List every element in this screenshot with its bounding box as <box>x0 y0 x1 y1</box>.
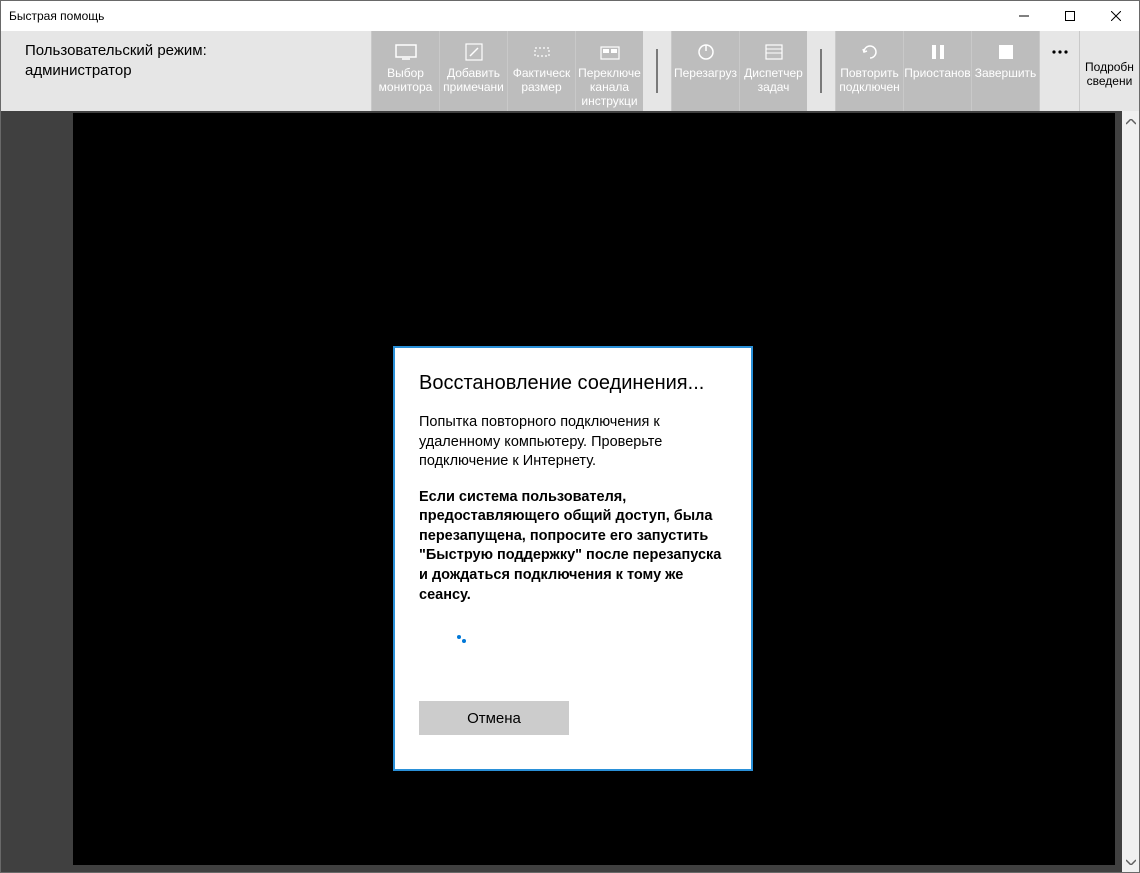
chevron-up-icon <box>1126 119 1136 125</box>
task-manager-button[interactable]: Диспетчер задач <box>739 31 807 111</box>
close-icon <box>1111 11 1121 21</box>
restart-label: Перезагруз <box>674 67 737 81</box>
titlebar: Быстрая помощь <box>1 1 1139 31</box>
select-monitor-label: Выбор монитора <box>379 67 433 95</box>
mode-line1: Пользовательский режим: <box>25 41 347 61</box>
reconnect-button[interactable]: Повторить подключен <box>835 31 903 111</box>
window-title: Быстрая помощь <box>9 9 104 23</box>
toolbar-separator <box>807 31 835 111</box>
cancel-button[interactable]: Отмена <box>419 701 569 735</box>
monitor-icon <box>395 43 417 61</box>
cancel-button-label: Отмена <box>467 710 521 727</box>
pause-button[interactable]: Приостанов <box>903 31 971 111</box>
pencil-icon <box>463 43 485 61</box>
restart-icon <box>695 43 717 61</box>
dialog-body-1: Попытка повторного подключения к удаленн… <box>419 413 727 472</box>
actual-size-button[interactable]: Фактическ размер <box>507 31 575 111</box>
toolbar: Выбор монитора Добавить примечани Фактич… <box>371 31 1139 111</box>
select-monitor-button[interactable]: Выбор монитора <box>371 31 439 111</box>
minimize-icon <box>1019 11 1029 21</box>
end-label: Завершить <box>975 67 1037 81</box>
more-button[interactable] <box>1039 31 1079 111</box>
close-button[interactable] <box>1093 1 1139 31</box>
vertical-scrollbar[interactable] <box>1122 111 1139 872</box>
scroll-up-button[interactable] <box>1123 113 1138 130</box>
pause-label: Приостанов <box>904 67 970 81</box>
mode-panel: Пользовательский режим: администратор <box>1 31 371 111</box>
dialog-title: Восстановление соединения... <box>419 372 727 395</box>
restart-button[interactable]: Перезагруз <box>671 31 739 111</box>
details-label: Подробн сведени <box>1085 61 1134 89</box>
actual-size-label: Фактическ размер <box>513 67 571 95</box>
maximize-icon <box>1065 11 1075 21</box>
details-button[interactable]: Подробн сведени <box>1079 31 1139 111</box>
client-area: Восстановление соединения... Попытка пов… <box>1 111 1139 872</box>
task-manager-label: Диспетчер задач <box>744 67 803 95</box>
reconnect-label: Повторить подключен <box>839 67 900 95</box>
reconnect-icon <box>859 43 881 61</box>
switch-channel-button[interactable]: Переключе канала инструкци <box>575 31 643 111</box>
end-button[interactable]: Завершить <box>971 31 1039 111</box>
mode-line2: администратор <box>25 61 347 81</box>
stop-icon <box>995 43 1017 61</box>
scroll-down-button[interactable] <box>1123 853 1138 870</box>
spinner <box>419 623 727 663</box>
more-icon <box>1049 43 1071 61</box>
toolbar-separator <box>643 31 671 111</box>
task-manager-icon <box>763 43 785 61</box>
loading-spinner-icon <box>447 633 467 653</box>
reconnect-dialog: Восстановление соединения... Попытка пов… <box>393 346 753 771</box>
switch-channel-label: Переключе канала инструкци <box>578 67 641 108</box>
pause-icon <box>927 43 949 61</box>
app-window: Быстрая помощь Пользовательский режим: а… <box>0 0 1140 873</box>
add-note-button[interactable]: Добавить примечани <box>439 31 507 111</box>
window-controls <box>1001 1 1139 31</box>
minimize-button[interactable] <box>1001 1 1047 31</box>
chevron-down-icon <box>1126 859 1136 865</box>
maximize-button[interactable] <box>1047 1 1093 31</box>
switch-channel-icon <box>599 43 621 61</box>
toolbar-row: Пользовательский режим: администратор Вы… <box>1 31 1139 111</box>
actual-size-icon <box>531 43 553 61</box>
dialog-body-2: Если система пользователя, предоставляющ… <box>419 488 727 605</box>
add-note-label: Добавить примечани <box>443 67 504 95</box>
